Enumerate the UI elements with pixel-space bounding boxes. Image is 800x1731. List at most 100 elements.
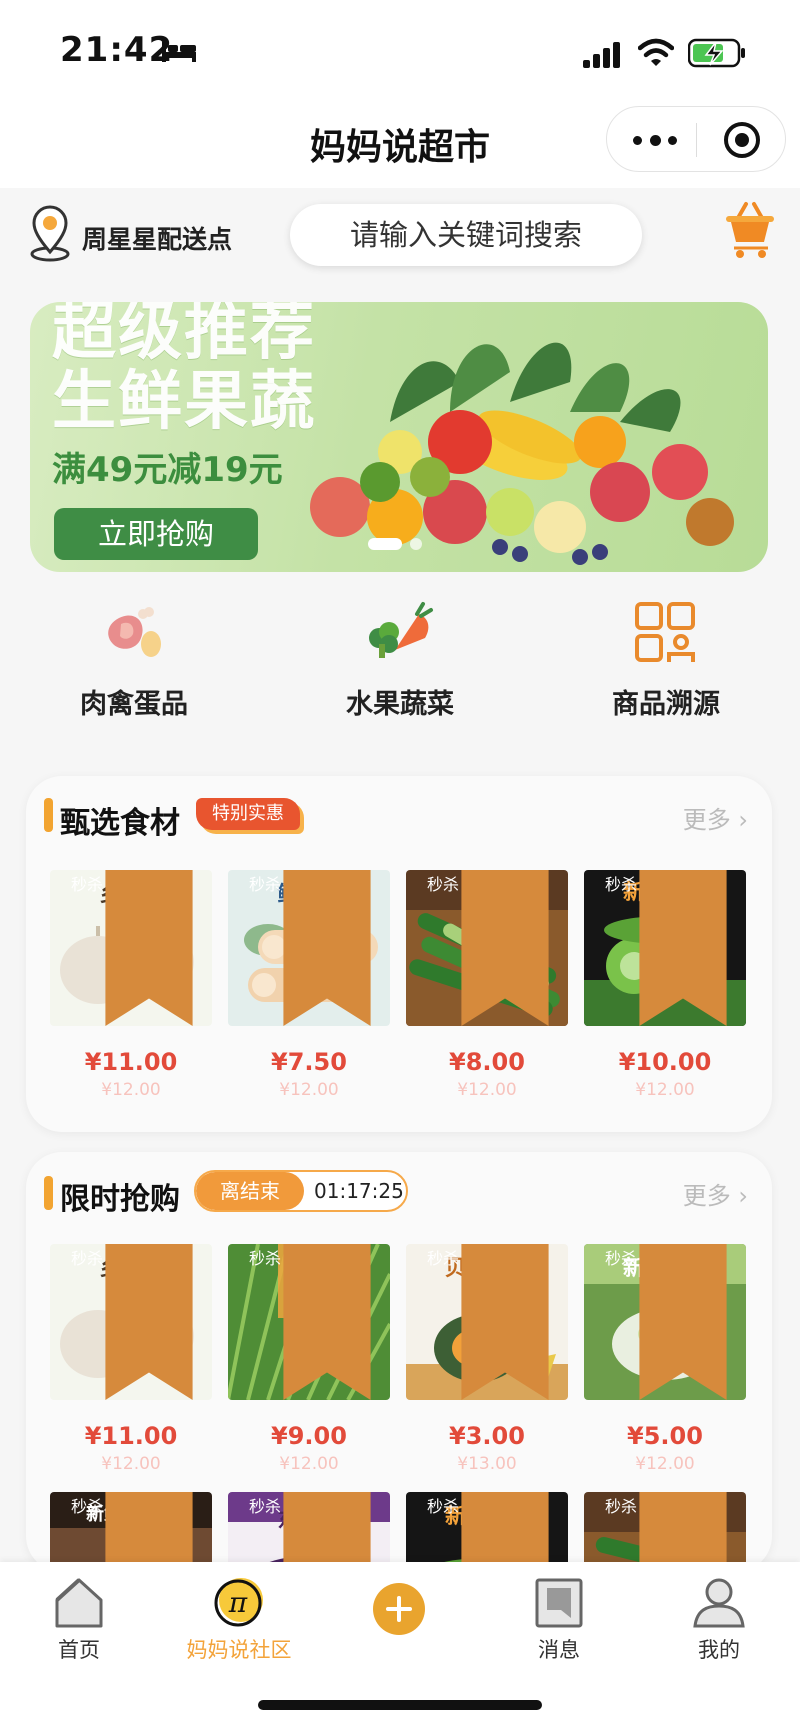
product-image: 鲜粉藕 秒杀 <box>228 870 390 1026</box>
product-card[interactable]: 新鲜蚕豆 秒杀 ¥5.00 ¥12.00 <box>584 1244 746 1474</box>
close-target-icon[interactable] <box>723 121 761 159</box>
promo-banner[interactable]: 超级推荐 生鲜果蔬 满49元减19元 立即抢购 <box>30 302 768 572</box>
product-image: 乡大蒜 秒杀 <box>50 1244 212 1400</box>
product-image: 新鲜蚕豆 秒杀 <box>584 1244 746 1400</box>
tab-profile[interactable]: 我的 <box>644 1576 794 1664</box>
home-icon <box>55 1578 103 1628</box>
product-price: ¥7.50 <box>271 1048 347 1076</box>
section-accent-bar <box>44 1176 53 1210</box>
product-image: 新鲜苦瓜 秒杀 <box>584 870 746 1026</box>
flag-label: 秒杀 <box>248 875 281 894</box>
product-card[interactable]: 贝贝南瓜 秒杀 ¥3.00 ¥13.00 <box>406 1244 568 1474</box>
original-price: ¥13.00 <box>457 1454 517 1474</box>
banner-title-line2: 生鲜果蔬 <box>52 365 316 439</box>
original-price: ¥12.00 <box>635 1080 695 1100</box>
original-price: ¥12.00 <box>635 1454 695 1474</box>
countdown-timer: 离结束 01:17:25 <box>194 1170 408 1212</box>
product-price: ¥10.00 <box>618 1048 712 1076</box>
search-input[interactable]: 请输入关键词搜索 <box>290 204 642 266</box>
product-card[interactable]: 乡大蒜 秒杀 ¥11.00 ¥12.00 <box>50 870 212 1100</box>
original-price: ¥12.00 <box>457 1080 517 1100</box>
flash-sale-section: 限时抢购 离结束 01:17:25 更多 › 乡大蒜 秒杀 ¥11.00 ¥12… <box>26 1152 772 1648</box>
tab-messages[interactable]: 消息 <box>484 1576 634 1664</box>
original-price: ¥12.00 <box>279 1080 339 1100</box>
category-meat-eggs[interactable]: 肉禽蛋品 <box>44 600 224 721</box>
profile-icon <box>693 1578 745 1628</box>
product-image: 黄瓜 秒杀 <box>406 870 568 1026</box>
trace-icon <box>635 602 695 662</box>
product-card[interactable]: 黄瓜 秒杀 ¥8.00 ¥12.00 <box>406 870 568 1100</box>
flag-label: 秒杀 <box>604 1497 637 1516</box>
product-price: ¥9.00 <box>271 1422 347 1450</box>
flag-label: 秒杀 <box>248 1497 281 1516</box>
home-indicator[interactable] <box>258 1700 542 1710</box>
original-price: ¥12.00 <box>101 1454 161 1474</box>
tab-label: 妈妈说社区 <box>186 1638 292 1662</box>
fruit-basket-image <box>310 342 734 565</box>
section-title: 甄选食材 <box>60 806 180 841</box>
shopping-cart-icon[interactable] <box>724 198 776 260</box>
tab-add[interactable] <box>324 1576 474 1636</box>
wifi-icon <box>638 38 674 66</box>
meat-egg-icon <box>108 607 161 657</box>
product-price: ¥3.00 <box>449 1422 525 1450</box>
more-options-icon[interactable] <box>633 123 677 157</box>
battery-charging-icon <box>688 38 745 68</box>
category-label: 水果蔬菜 <box>346 689 454 720</box>
product-price: ¥11.00 <box>84 1422 178 1450</box>
category-fruit-veg[interactable]: 水果蔬菜 <box>310 600 490 721</box>
flag-label: 秒杀 <box>426 875 459 894</box>
countdown-time: 01:17:25 <box>314 1179 404 1203</box>
category-label: 肉禽蛋品 <box>80 689 188 720</box>
flag-label: 秒杀 <box>70 875 103 894</box>
message-icon <box>535 1578 583 1628</box>
banner-subtitle: 满49元减19元 <box>52 450 283 490</box>
special-offer-badge: 特别实惠 <box>196 798 300 830</box>
product-price: ¥5.00 <box>627 1422 703 1450</box>
mini-program-capsule <box>606 106 786 172</box>
status-time: 21:42 <box>60 30 174 70</box>
more-link[interactable]: 更多 › <box>683 800 748 835</box>
product-image: 贝贝南瓜 秒杀 <box>406 1244 568 1400</box>
delivery-point-label[interactable]: 周星星配送点 <box>82 220 232 256</box>
product-image: 韭菜 秒杀 <box>228 1244 390 1400</box>
original-price: ¥12.00 <box>279 1454 339 1474</box>
tab-label: 消息 <box>538 1638 580 1662</box>
flag-label: 秒杀 <box>426 1249 459 1268</box>
product-card[interactable]: 鲜粉藕 秒杀 ¥7.50 ¥12.00 <box>228 870 390 1100</box>
countdown-label: 离结束 <box>196 1172 304 1210</box>
product-price: ¥11.00 <box>84 1048 178 1076</box>
tab-community[interactable]: π 妈妈说社区 <box>164 1576 314 1664</box>
nav-header: 妈妈说超市 <box>0 100 800 188</box>
section-title: 限时抢购 <box>60 1182 180 1217</box>
tab-home[interactable]: 首页 <box>4 1576 154 1664</box>
fruit-veg-icon <box>369 602 433 658</box>
product-card[interactable]: 新鲜苦瓜 秒杀 ¥10.00 ¥12.00 <box>584 870 746 1100</box>
flag-label: 秒杀 <box>70 1249 103 1268</box>
flag-label: 秒杀 <box>426 1497 459 1516</box>
sleep-mode-icon <box>162 42 196 62</box>
category-traceability[interactable]: 商品溯源 <box>576 600 756 721</box>
flag-label: 秒杀 <box>248 1249 281 1268</box>
selected-ingredients-section: 甄选食材 特别实惠 更多 › 乡大蒜 秒杀 ¥11.00 ¥12.00 <box>26 776 772 1132</box>
status-bar: 21:42 <box>0 0 800 100</box>
tab-label: 我的 <box>698 1638 740 1662</box>
flag-label: 秒杀 <box>604 1249 637 1268</box>
banner-pagination <box>368 538 422 550</box>
product-price: ¥8.00 <box>449 1048 525 1076</box>
more-link[interactable]: 更多 › <box>683 1176 748 1211</box>
flag-label: 秒杀 <box>70 1497 103 1516</box>
original-price: ¥12.00 <box>101 1080 161 1100</box>
svg-text:π: π <box>228 1586 248 1619</box>
banner-title-line1: 超级推荐 <box>52 302 316 369</box>
product-card[interactable]: 乡大蒜 秒杀 ¥11.00 ¥12.00 <box>50 1244 212 1474</box>
category-label: 商品溯源 <box>612 689 720 720</box>
section-accent-bar <box>44 798 53 832</box>
tab-label: 首页 <box>58 1638 100 1662</box>
capsule-divider <box>696 123 697 157</box>
flag-label: 秒杀 <box>604 875 637 894</box>
product-card[interactable]: 韭菜 秒杀 ¥9.00 ¥12.00 <box>228 1244 390 1474</box>
buy-now-button[interactable]: 立即抢购 <box>54 508 258 560</box>
plus-icon <box>373 1583 425 1635</box>
location-pin-icon[interactable] <box>28 204 72 264</box>
